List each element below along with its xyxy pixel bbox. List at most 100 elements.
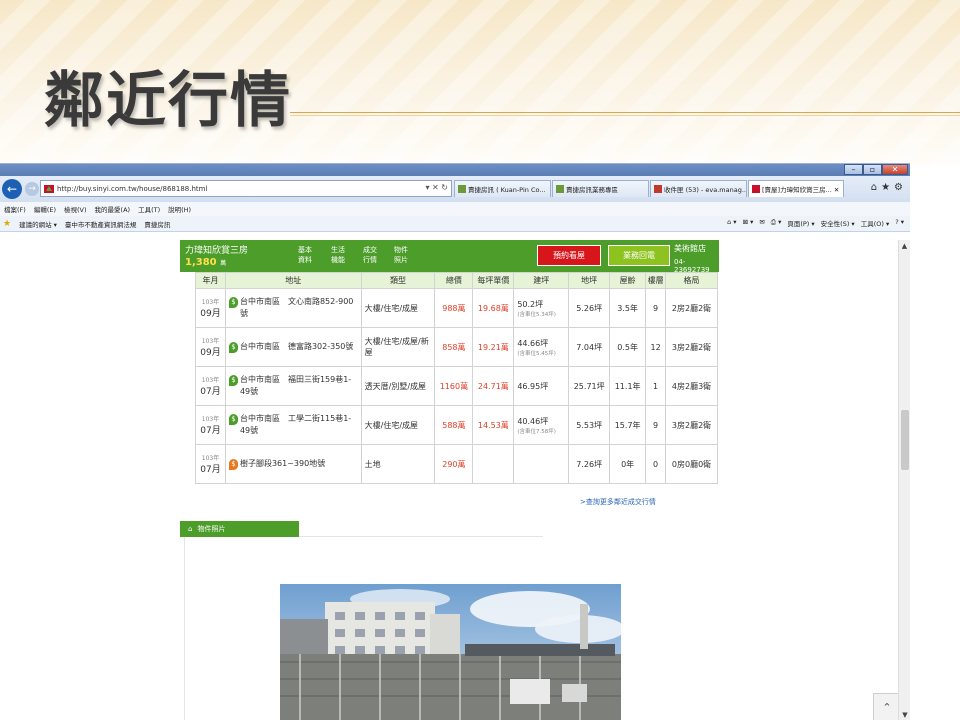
price-pin-icon: $ [228, 375, 238, 386]
menu-bar: 檔案(F) 編輯(E) 檢視(V) 我的最愛(A) 工具(T) 說明(H) [0, 202, 910, 216]
nav-market-prices[interactable]: 成交 行情 [363, 245, 377, 265]
listing-name: 力瑋知欣賞三房 [185, 246, 249, 256]
tab-favicon-icon [556, 185, 564, 193]
menu-file[interactable]: 檔案(F) [4, 204, 26, 214]
table-row: 103年 09月 $ 台中市南區 德富路302-350號 大樓/住宅/成屋/新屋 858萬… [195, 327, 718, 367]
address-controls[interactable]: ▾ ✕ ↻ [425, 183, 448, 192]
home-icon[interactable]: ⌂ ▾ [727, 218, 736, 228]
menu-favorites[interactable]: 我的最愛(A) [95, 204, 131, 214]
navigation-bar: ← → http://buy.sinyi.com.tw/house/868188… [0, 176, 910, 202]
property-photo[interactable] [280, 584, 621, 720]
col-header: 總價 [434, 272, 474, 289]
menu-tools[interactable]: 工具(T) [138, 204, 160, 214]
cell-building-area [513, 444, 570, 484]
forward-button[interactable]: → [25, 182, 39, 196]
minimize-button[interactable]: – [844, 164, 863, 175]
book-viewing-button[interactable]: 預約看屋 [537, 245, 601, 266]
title-rule [290, 112, 960, 113]
page-viewport: 力瑋知欣賞三房 1,380 萬 基本 資料 生活 機能 成交 行情 物件 照片 預約看屋… [0, 240, 901, 720]
cell-total-price: 588萬 [434, 405, 474, 445]
nav-basic-info[interactable]: 基本 資料 [298, 245, 312, 265]
col-header: 年月 [195, 272, 226, 289]
more-deals-link[interactable]: >查詢更多鄰近成交行情 [580, 497, 656, 507]
cell-building-area: 40.46坪 (含車位7.58坪) [513, 405, 570, 445]
feeds-icon[interactable]: ⊠ ▾ [743, 218, 754, 228]
tab-business-area[interactable]: 賣捷房訊業務專區 [552, 180, 649, 197]
cell-total-price: 290萬 [434, 444, 474, 484]
cell-type: 大樓/住宅/成屋/新屋 [360, 327, 436, 367]
section-border [184, 537, 185, 720]
listing-price: 1,380 萬 [185, 257, 227, 268]
tab-strip: 賣捷房訊 ( Kuan-Pin Co... 賣捷房訊業務專區 收件匣 (53) … [454, 180, 845, 197]
scroll-up-icon[interactable]: ▲ [899, 240, 910, 252]
cell-age: 15.7年 [609, 405, 647, 445]
address-bar[interactable]: http://buy.sinyi.com.tw/house/868188.htm… [40, 180, 452, 197]
col-header: 樓層 [645, 272, 667, 289]
cmd-safety[interactable]: 安全性(S) ▾ [821, 218, 855, 228]
scroll-to-top-button[interactable]: ⌃ [873, 693, 901, 720]
cell-year-month: 103年 07月 [195, 444, 226, 484]
cell-layout: 4房2廳3衛 [665, 366, 718, 406]
table-row: 103年 07月 $ 台中市南區 福田三街159巷1-49號 透天厝/別墅/成屋 1160… [195, 366, 718, 406]
cell-age: 11.1年 [609, 366, 647, 406]
cell-unit-price [472, 444, 515, 484]
menu-view[interactable]: 檢視(V) [64, 204, 87, 214]
request-callback-button[interactable]: 業務回電 [608, 245, 670, 266]
cell-layout: 3房2廳2衛 [665, 327, 718, 367]
cell-building-area: 50.2坪 (含車位5.34坪) [513, 288, 570, 328]
table-header-row: 年月 地址 類型 總價 每坪單價 建坪 地坪 屋齡 樓層 格局 [195, 272, 718, 289]
mail-icon[interactable]: ✉ [759, 218, 764, 228]
price-pin-icon: $ [228, 459, 238, 470]
price-pin-icon: $ [228, 342, 238, 353]
tab-listing-active[interactable]: [賣屋]力瑋知欣賞三房... ✕ [748, 180, 844, 197]
cell-age: 0.5年 [609, 327, 647, 367]
maximize-button[interactable]: ▫ [863, 164, 882, 175]
cell-year-month: 103年 09月 [195, 288, 226, 328]
cell-address: $ 台中市南區 福田三街159巷1-49號 [224, 366, 362, 406]
cell-floor: 1 [645, 366, 667, 406]
print-icon[interactable]: ⎙ ▾ [771, 218, 782, 228]
price-pin-icon: $ [228, 414, 238, 425]
nav-photos[interactable]: 物件 照片 [394, 245, 408, 265]
cell-unit-price: 19.68萬 [472, 288, 515, 328]
menu-help[interactable]: 說明(H) [168, 204, 191, 214]
store-name: 美術館店 [674, 244, 706, 253]
cell-year-month: 103年 07月 [195, 366, 226, 406]
cell-building-area: 44.66坪 (含車位5.45坪) [513, 327, 570, 367]
cmd-page[interactable]: 頁面(P) ▾ [787, 218, 814, 228]
cell-land-area: 5.53坪 [568, 405, 611, 445]
cell-layout: 3房2廳2衛 [665, 405, 718, 445]
tab-favicon-icon [458, 185, 466, 193]
scrollbar-thumb[interactable] [901, 410, 909, 470]
fav-sinyi-news[interactable]: 賣捷房訊 [144, 219, 170, 229]
tab-favicon-icon [752, 185, 760, 193]
back-button[interactable]: ← [2, 179, 22, 199]
cell-total-price: 988萬 [434, 288, 474, 328]
scroll-down-icon[interactable]: ▼ [899, 709, 910, 720]
tab-kuanpin[interactable]: 賣捷房訊 ( Kuan-Pin Co... [454, 180, 551, 197]
mail-icon [654, 185, 662, 193]
cmd-tools[interactable]: 工具(O) ▾ [861, 218, 890, 228]
favorites-star-icon[interactable]: ★ [3, 219, 11, 229]
cell-land-area: 7.26坪 [568, 444, 611, 484]
fav-suggested-sites[interactable]: 建議的網站 ▾ [19, 219, 57, 229]
menu-edit[interactable]: 編輯(E) [34, 204, 56, 214]
price-pin-icon: $ [228, 297, 238, 308]
help-icon[interactable]: ? ▾ [895, 218, 904, 228]
cell-layout: 0房0廳0衛 [665, 444, 718, 484]
cell-age: 0年 [609, 444, 647, 484]
nav-amenities[interactable]: 生活 機能 [331, 245, 345, 265]
cell-total-price: 858萬 [434, 327, 474, 367]
cell-address: $ 台中市南區 德富路302-350號 [224, 327, 362, 367]
cell-unit-price: 19.21萬 [472, 327, 515, 367]
browser-window: – ▫ ✕ ← → http://buy.sinyi.com.tw/house/… [0, 163, 910, 720]
cell-layout: 2房2廳2衛 [665, 288, 718, 328]
tab-mail-inbox[interactable]: 收件匣 (53) - eva.manag... [650, 180, 747, 197]
close-button[interactable]: ✕ [882, 164, 908, 175]
vertical-scrollbar[interactable]: ▲ ▼ [898, 240, 910, 720]
home-favorites-tools-icons[interactable]: ⌂★⚙ [871, 182, 907, 193]
table-row: 103年 07月 $ 台中市南區 工學二街115巷1-49號 大樓/住宅/成屋 588萬 1… [195, 405, 718, 445]
fav-taichung-realestate[interactable]: 臺中市不動產資訊網法規 [65, 219, 137, 229]
cell-total-price: 1160萬 [434, 366, 474, 406]
cell-unit-price: 24.71萬 [472, 366, 515, 406]
